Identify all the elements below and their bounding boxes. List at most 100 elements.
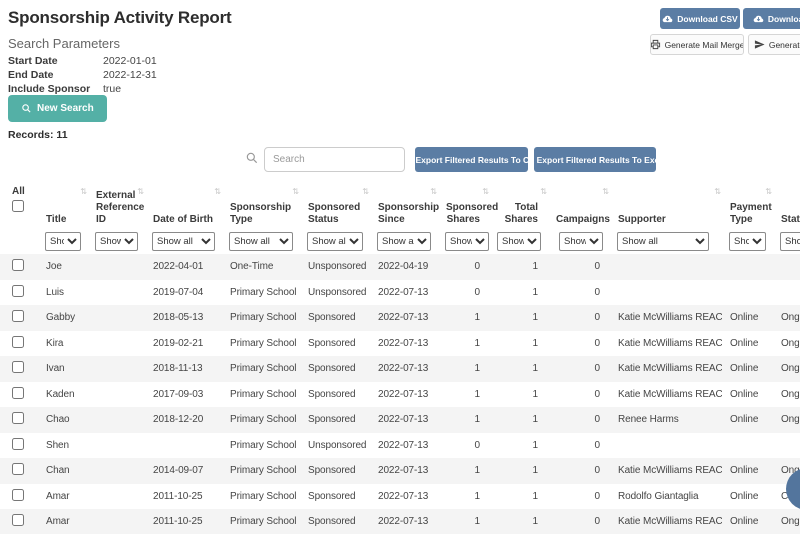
search-input[interactable]: [264, 147, 405, 172]
cell-status: Ongoing: [781, 312, 800, 324]
row-checkbox-cell: [0, 280, 38, 306]
cell-title: Joe: [46, 261, 62, 273]
cell-payment_type: [722, 254, 773, 280]
sort-icon[interactable]: ⇅: [602, 186, 609, 198]
row-checkbox[interactable]: [12, 386, 24, 399]
table-row: Amar 2011-10-25 Primary School Sponsored 202…: [0, 509, 800, 534]
column-header-total_shares[interactable]: Total Shares ⇅: [490, 178, 548, 228]
cell-payment_type: Online: [730, 388, 759, 400]
table-row: Ivan 2018-11-13 Primary School Sponsored 202…: [0, 356, 800, 382]
row-checkbox[interactable]: [12, 259, 24, 272]
sort-icon[interactable]: ⇅: [540, 186, 547, 198]
sort-icon[interactable]: ⇅: [292, 186, 299, 198]
cell-sponsorship_type: Primary School: [230, 388, 297, 400]
filter-select-title[interactable]: Show all: [45, 231, 81, 251]
cell-campaigns: 0: [594, 414, 601, 426]
cell-date_of_birth: 2019-07-04: [153, 286, 204, 298]
cell-sponsored_shares: 1: [474, 312, 481, 324]
cell-sponsored_status: Sponsored: [308, 516, 356, 528]
cell-sponsored_status: Sponsored: [308, 363, 356, 375]
filter-select-total_shares[interactable]: Show all: [497, 231, 541, 251]
column-header-campaigns[interactable]: Campaigns ⇅: [548, 178, 610, 228]
sort-icon[interactable]: ⇅: [137, 186, 144, 198]
download-csv-button[interactable]: Download CSV: [660, 8, 740, 29]
cell-title: Shen: [46, 439, 69, 451]
column-header-date_of_birth[interactable]: Date of Birth ⇅: [145, 178, 222, 228]
cell-supporter: [610, 433, 722, 459]
column-header-supporter[interactable]: Supporter ⇅: [610, 178, 722, 228]
cell-sponsorship_since: 2022-07-13: [378, 312, 429, 324]
results-table: All Title ⇅ External Reference ID ⇅ Date of …: [0, 178, 800, 534]
filter-select-sponsorship_type[interactable]: Show all: [229, 231, 293, 251]
cell-total_shares: 1: [532, 465, 539, 477]
row-checkbox[interactable]: [12, 488, 24, 501]
filter-select-supporter[interactable]: Show all: [617, 231, 709, 251]
cell-date_of_birth: 2017-09-03: [153, 388, 204, 400]
cell-status: Ongoing: [781, 414, 800, 426]
cell-sponsorship_since: 2022-07-13: [378, 363, 429, 375]
generate-mail-merge-button[interactable]: Generate Mail Merge: [650, 34, 744, 55]
cell-date_of_birth: 2018-05-13: [153, 312, 204, 324]
column-header-sponsorship_since[interactable]: Sponsorship Since ⇅: [370, 178, 439, 228]
column-label: Campaigns: [556, 214, 610, 225]
download-excel-label: Download Excel: [767, 13, 800, 24]
cell-supporter: Rodolfo Giantaglia: [618, 490, 699, 502]
sort-icon[interactable]: ⇅: [80, 186, 87, 198]
filter-select-campaigns[interactable]: Show all: [559, 231, 603, 251]
cell-supporter: Katie McWilliams REACH: [618, 363, 722, 375]
filter-cell-payment_type: Show all: [722, 228, 773, 254]
row-checkbox[interactable]: [12, 310, 24, 323]
send-icon: [754, 39, 765, 50]
cell-sponsorship_since: 2022-07-13: [378, 337, 429, 349]
row-checkbox[interactable]: [12, 361, 24, 374]
sort-icon[interactable]: ⇅: [482, 186, 489, 198]
cell-campaigns: 0: [594, 439, 601, 451]
filter-select-sponsored_shares[interactable]: Show all: [445, 231, 489, 251]
row-checkbox[interactable]: [12, 284, 24, 297]
sort-icon[interactable]: ⇅: [714, 186, 721, 198]
filter-spacer: [0, 228, 38, 254]
filter-cell-date_of_birth: Show all: [145, 228, 222, 254]
filter-select-sponsorship_since[interactable]: Show all: [377, 231, 431, 251]
cell-sponsored_status: Sponsored: [308, 490, 356, 502]
column-header-external_reference_id[interactable]: External Reference ID ⇅: [88, 178, 145, 228]
filter-cell-status: Show all: [773, 228, 800, 254]
cell-sponsorship_type: Primary School: [230, 465, 297, 477]
sort-icon[interactable]: ⇅: [214, 186, 221, 198]
row-checkbox[interactable]: [12, 335, 24, 348]
cell-supporter: Katie McWilliams REACH: [618, 388, 722, 400]
new-search-button[interactable]: New Search: [8, 95, 107, 122]
generate-emails-button[interactable]: Generate Emails: [748, 34, 800, 55]
row-checkbox[interactable]: [12, 463, 24, 476]
filter-select-date_of_birth[interactable]: Show all: [152, 231, 215, 251]
column-header-status[interactable]: Status⇅: [773, 178, 800, 228]
column-header-sponsored_status[interactable]: Sponsored Status ⇅: [300, 178, 370, 228]
sort-icon[interactable]: ⇅: [362, 186, 369, 198]
filter-select-sponsored_status[interactable]: Show all: [307, 231, 363, 251]
cloud-download-icon: [662, 13, 673, 24]
cell-supporter: Katie McWilliams REACH: [618, 516, 722, 528]
cell-total_shares: 1: [532, 439, 539, 451]
cell-sponsorship_type: Primary School: [230, 439, 297, 451]
row-checkbox[interactable]: [12, 514, 24, 527]
filter-select-external_reference_id[interactable]: Show all: [95, 231, 138, 251]
column-header-title[interactable]: Title ⇅: [38, 178, 88, 228]
export-filtered-excel-label: Export Filtered Results To Excel: [536, 154, 656, 165]
cell-payment_type: Online: [730, 516, 759, 528]
filter-select-payment_type[interactable]: Show all: [729, 231, 766, 251]
column-header-payment_type[interactable]: Payment Type ⇅: [722, 178, 773, 228]
filter-select-status[interactable]: Show all: [780, 231, 800, 251]
column-header-sponsored_shares[interactable]: Sponsored Shares ⇅: [438, 178, 498, 228]
sort-icon[interactable]: ⇅: [430, 186, 437, 198]
export-filtered-csv-button[interactable]: Export Filtered Results To CSV: [415, 147, 528, 172]
cell-supporter: [610, 254, 722, 280]
download-excel-button[interactable]: Download Excel: [743, 8, 800, 29]
row-checkbox[interactable]: [12, 412, 24, 425]
row-checkbox[interactable]: [12, 437, 24, 450]
export-filtered-excel-button[interactable]: Export Filtered Results To Excel: [534, 147, 656, 172]
cell-status: [773, 280, 800, 306]
select-all-checkbox[interactable]: [12, 200, 24, 212]
column-header-sponsorship_type[interactable]: Sponsorship Type ⇅: [222, 178, 300, 228]
printer-icon: [651, 39, 661, 50]
sort-icon[interactable]: ⇅: [765, 186, 772, 198]
